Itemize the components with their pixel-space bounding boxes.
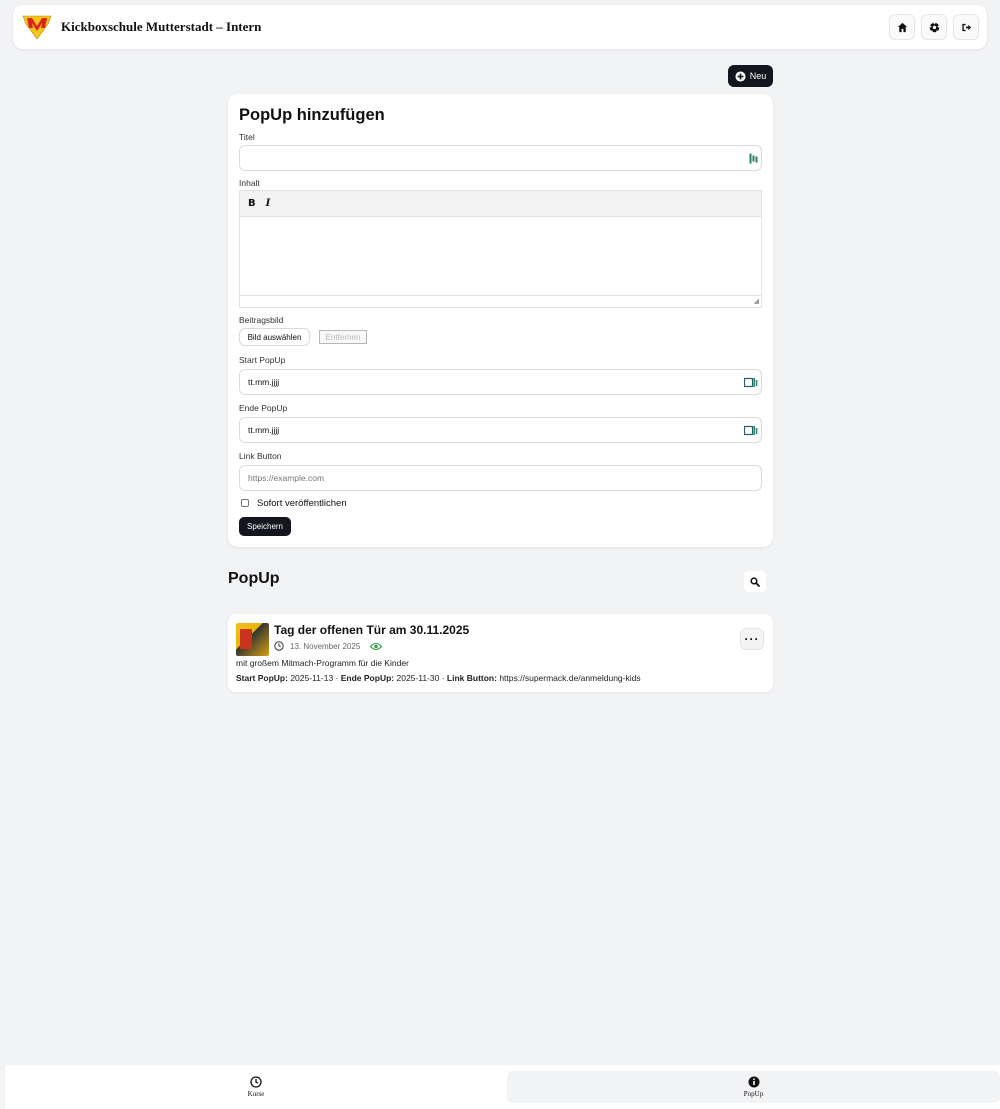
home-icon (897, 22, 907, 32)
choose-image-button[interactable]: Bild auswählen (239, 328, 310, 346)
logout-button[interactable] (953, 14, 979, 40)
item-description: mit großem Mitmach-Programm für die Kind… (236, 658, 409, 668)
password-manager-icon[interactable] (749, 153, 758, 164)
logout-icon (961, 23, 971, 31)
form-heading: PopUp hinzufügen (239, 106, 385, 124)
top-actions (889, 14, 979, 40)
end-value: 2025-11-30 (396, 673, 440, 683)
publish-label: Sofort veröffentlichen (257, 498, 347, 509)
start-date-input[interactable]: tt.mm.jjjj (239, 369, 762, 395)
clock-icon (274, 641, 284, 651)
item-info: Start PopUp: 2025-11-13 · Ende PopUp: 20… (236, 673, 641, 683)
home-button[interactable] (889, 14, 915, 40)
logo-icon[interactable] (22, 14, 52, 40)
link-input[interactable] (239, 465, 762, 491)
more-options-button[interactable]: ··· (740, 628, 764, 650)
top-bar: Kickboxschule Mutterstadt – Intern (13, 5, 987, 49)
start-date-value: tt.mm.jjjj (248, 377, 280, 387)
sport-button[interactable] (921, 14, 947, 40)
start-value: 2025-11-13 (290, 673, 334, 683)
content-label: Inhalt (239, 178, 260, 188)
remove-image-button: Entfernen (319, 330, 367, 344)
title-label: Titel (239, 132, 255, 142)
plus-circle-icon (735, 70, 746, 82)
end-date-value: tt.mm.jjjj (248, 425, 280, 435)
image-label: Beitragsbild (239, 315, 284, 325)
title-input[interactable] (239, 145, 762, 171)
bold-button[interactable]: B (248, 198, 256, 209)
list-heading: PopUp (228, 570, 280, 587)
nav-label-popup: PopUp (743, 1090, 764, 1098)
item-title: Tag der offenen Tür am 30.11.2025 (274, 623, 470, 637)
link-key: Link Button: (446, 673, 497, 683)
editor-toolbar: B I (240, 191, 761, 217)
popup-thumbnail (236, 623, 269, 656)
italic-button[interactable]: I (266, 198, 271, 209)
search-icon (750, 576, 760, 587)
nav-item-popup[interactable]: PopUp (507, 1071, 1000, 1103)
end-label: Ende PopUp (239, 403, 288, 413)
soccer-ball-icon (929, 22, 939, 32)
link-value: https://supermack.de/anmeldung-kids (499, 673, 641, 683)
clock-icon (250, 1076, 262, 1088)
end-date-input[interactable]: tt.mm.jjjj (239, 417, 762, 443)
popup-form-card: PopUp hinzufügen Titel Inhalt B I ◢ Beit… (228, 94, 773, 547)
link-label: Link Button (239, 451, 282, 461)
search-button[interactable] (744, 571, 766, 592)
resize-handle-icon[interactable]: ◢ (754, 297, 759, 305)
list-item[interactable]: Tag der offenen Tür am 30.11.2025 13. No… (228, 614, 773, 692)
publish-checkbox[interactable] (241, 499, 249, 507)
nav-label-kurse: Kurse (247, 1090, 265, 1098)
nav-item-kurse[interactable]: Kurse (5, 1065, 507, 1109)
calendar-autofill-icon[interactable] (744, 377, 758, 388)
bottom-nav: Kurse PopUp (5, 1065, 1000, 1109)
item-meta: 13. November 2025 (274, 641, 383, 651)
content-editor[interactable]: B I ◢ (239, 190, 762, 308)
save-button[interactable]: Speichern (239, 517, 291, 536)
end-key: Ende PopUp: (340, 673, 395, 683)
item-date: 13. November 2025 (290, 641, 361, 651)
new-popup-button[interactable]: Neu (728, 65, 773, 87)
start-label: Start PopUp (239, 355, 286, 365)
editor-statusbar: ◢ (240, 295, 761, 307)
calendar-autofill-icon[interactable] (744, 425, 758, 436)
start-key: Start PopUp: (236, 673, 288, 683)
info-icon (748, 1076, 759, 1088)
new-button-label: Neu (749, 71, 767, 81)
app-title: Kickboxschule Mutterstadt – Intern (61, 19, 262, 34)
eye-icon (370, 642, 383, 650)
